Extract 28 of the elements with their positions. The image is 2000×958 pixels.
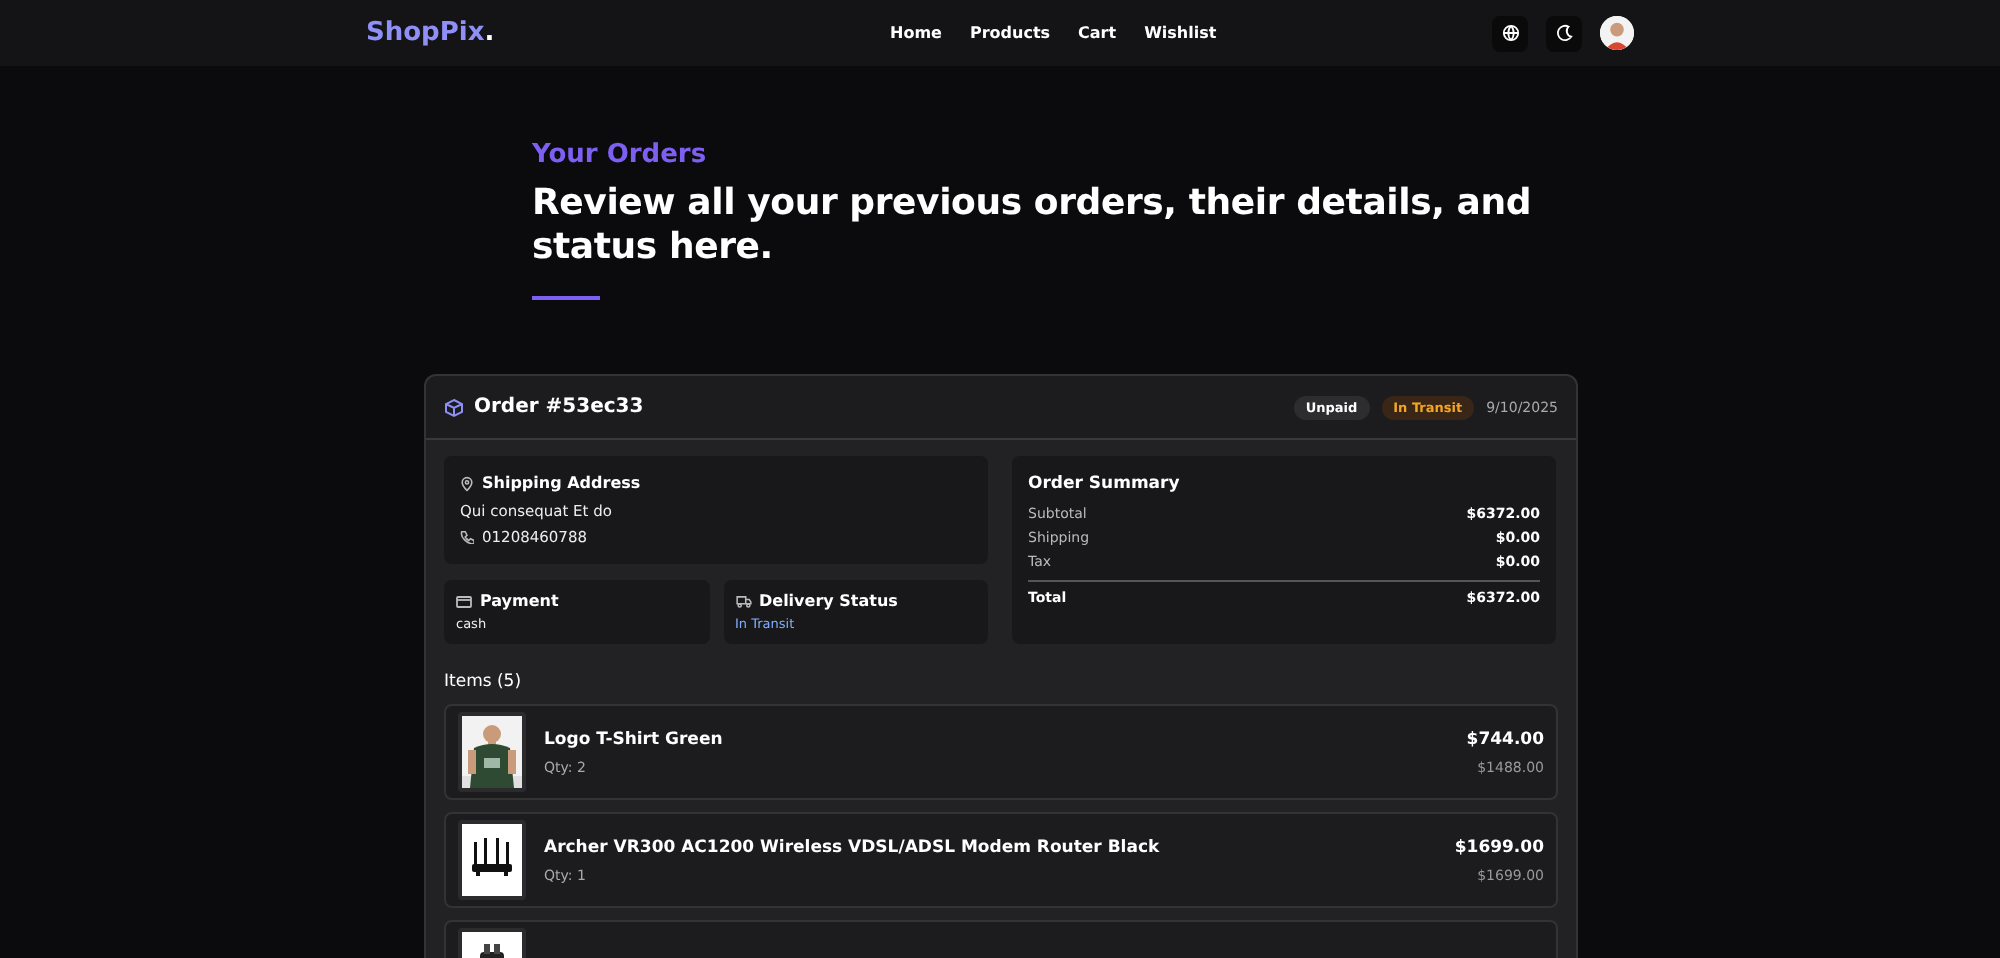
item-price: $1699.00 [1454,837,1544,857]
section-eyebrow: Your Orders [532,140,709,170]
nav-link[interactable]: Home [890,24,942,42]
language-button[interactable] [1492,15,1528,51]
card-icon [456,595,472,607]
nav-link[interactable]: Products [969,24,1051,42]
order-title: Order #53ec33 [474,396,644,418]
brand-name[interactable]: ShopPix [366,18,485,48]
card-heading: Payment [480,592,559,610]
item-name: Archer VR300 AC1200 Wireless VDSL/ADSL Modem Router Black [544,837,1162,857]
page-headline: Review all your previous orders, their details, and status here. [532,182,1532,270]
location-pin-icon [460,475,474,491]
brand-dot: . [484,18,495,48]
card-heading: Order Summary [1028,474,1180,494]
theme-toggle-button[interactable] [1546,15,1582,51]
box-icon [444,397,464,417]
globe-icon [1501,24,1519,42]
card-heading: Delivery Status [759,592,898,610]
avatar-icon[interactable] [1600,16,1634,50]
phone-icon [460,530,474,544]
item-name: Logo T-Shirt Green [544,729,725,749]
moon-icon [1555,24,1573,42]
nav-link[interactable]: Wishlist [1144,24,1217,42]
nav-link[interactable]: Cart [1078,24,1117,42]
items-heading: Items (5) [444,672,524,692]
item-price: $744.00 [1466,729,1544,749]
card-heading: Shipping Address [482,474,641,492]
truck-icon [735,595,751,607]
